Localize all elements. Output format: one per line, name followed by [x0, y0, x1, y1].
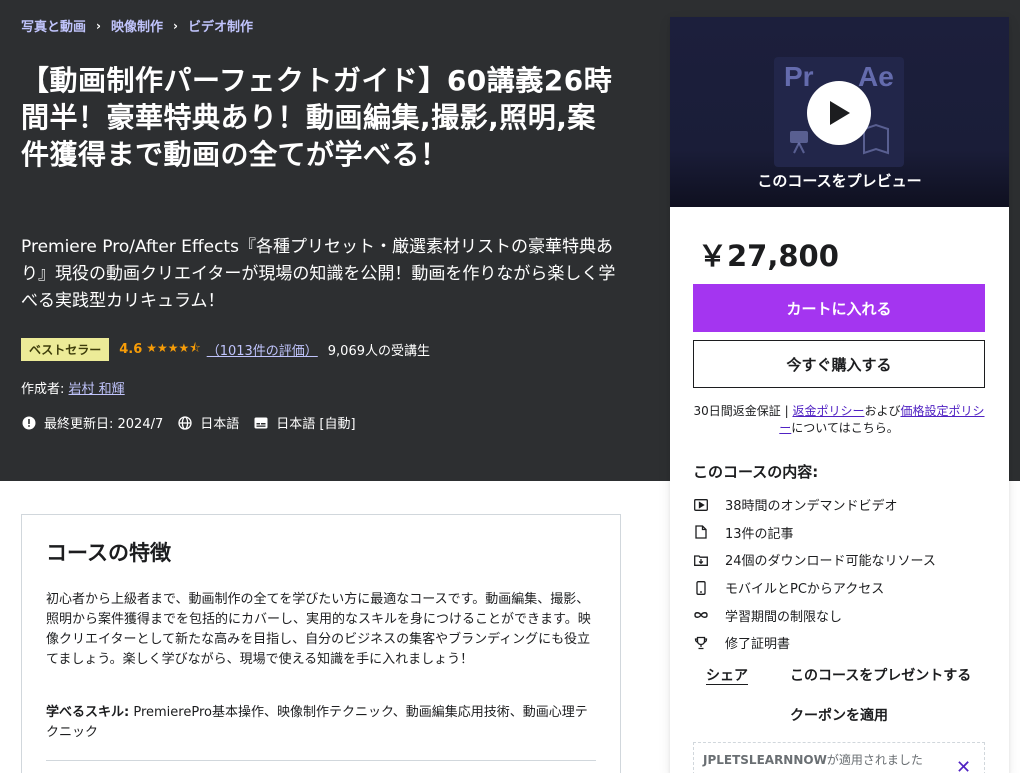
list-item: 38時間のオンデマンドビデオ: [693, 491, 936, 519]
include-text: 修了証明書: [725, 637, 791, 653]
alert-badge-icon: [21, 415, 37, 431]
chevron-right-icon: ›: [172, 18, 178, 33]
money-back-guarantee: 30日間返金保証 | 返金ポリシーおよび価格設定ポリシーについてはこちら。: [693, 403, 985, 437]
features-description: 初心者から上級者まで、動画制作の全てを学びたい方に最適なコースです。動画編集、撮…: [46, 592, 591, 667]
download-icon: [693, 552, 709, 568]
refund-policy-link[interactable]: 返金ポリシー: [792, 404, 864, 418]
bestseller-badge: ベストセラー: [21, 338, 110, 361]
course-title: 【動画制作パーフェクトガイド】60講義26時間半！豪華特典あり！動画編集,撮影,…: [21, 64, 613, 171]
course-language: 日本語: [200, 417, 240, 432]
list-item: 学習期間の制限なし: [693, 601, 936, 629]
guarantee-suffix: についてはこちら。: [791, 421, 899, 435]
author-label: 作成者:: [21, 382, 65, 397]
preview-label: このコースをプレビュー: [757, 172, 922, 190]
list-item: 修了証明書: [693, 629, 936, 657]
chevron-right-icon: ›: [96, 18, 101, 33]
add-to-cart-button[interactable]: カートに入れる: [693, 284, 985, 332]
list-item: 13件の記事: [693, 519, 936, 547]
includes-title: このコースの内容:: [693, 463, 819, 481]
course-subtitle: Premiere Pro/After Effects『各種プリセット・厳選素材リ…: [21, 237, 616, 311]
include-text: 学習期間の制限なし: [725, 609, 843, 625]
course-features-section: コースの特徴 初心者から上級者まで、動画制作の全てを学びたい方に最適なコースです…: [21, 514, 621, 773]
author-row: 作成者: 岩村 和輝: [21, 378, 125, 397]
skills-label: 学べるスキル:: [46, 705, 130, 720]
divider: [46, 760, 596, 761]
share-link[interactable]: シェア: [706, 665, 748, 685]
course-price: ￥27,800: [698, 239, 839, 273]
play-button[interactable]: [807, 81, 871, 145]
file-icon: [693, 524, 709, 540]
gift-course-link[interactable]: このコースをプレゼントする: [790, 665, 971, 685]
breadcrumb-item-video-production[interactable]: ビデオ制作: [188, 16, 253, 35]
include-text: モバイルとPCからアクセス: [725, 582, 885, 598]
course-meta: ベストセラー 4.6 ★★★★⯪ （1013件の評価） 9,069人の受講生: [21, 338, 430, 361]
include-text: 38時間のオンデマンドビデオ: [725, 499, 898, 515]
reviews-link[interactable]: （1013件の評価）: [207, 340, 318, 359]
breadcrumb-item-video-design[interactable]: 映像制作: [111, 16, 163, 35]
after-effects-logo: Ae: [858, 61, 894, 92]
star-rating-icon: ★★★★⯪: [146, 341, 201, 355]
include-text: 13件の記事: [725, 526, 794, 542]
guarantee-prefix: 30日間返金保証 |: [693, 404, 793, 418]
coupon-status: JPLETSLEARNNOWが適用されました: [703, 751, 923, 768]
video-icon: [693, 497, 709, 513]
close-icon[interactable]: ✕: [956, 757, 971, 773]
guarantee-mid: および: [864, 404, 901, 418]
last-updated: 最終更新日: 2024/7: [44, 417, 164, 432]
coupon-applied-text: が適用されました: [826, 753, 923, 767]
apply-coupon-link[interactable]: クーポンを適用: [790, 705, 888, 725]
course-info: 最終更新日: 2024/7 日本語 日本語 [自動]: [21, 413, 370, 432]
breadcrumb: 写真と動画 › 映像制作 › ビデオ制作: [21, 16, 253, 36]
captions-icon: [253, 415, 269, 431]
rating-value: 4.6: [119, 342, 143, 357]
include-text: 24個のダウンロード可能なリソース: [725, 554, 936, 570]
list-item: 24個のダウンロード可能なリソース: [693, 546, 936, 574]
student-count: 9,069人の受講生: [327, 344, 430, 359]
purchase-sidebar: Pr Ae このコースをプレビュー ￥27,800 カートに入れる 今すぐ購入す…: [670, 17, 1009, 773]
premiere-logo: Pr: [784, 61, 814, 92]
play-icon: [830, 101, 850, 125]
features-skills: 学べるスキル: PremierePro基本操作、映像制作テクニック、動画編集応用…: [46, 703, 596, 743]
features-title: コースの特徴: [46, 541, 171, 565]
author-link[interactable]: 岩村 和輝: [69, 382, 125, 397]
breadcrumb-item-photo-video[interactable]: 写真と動画: [21, 16, 86, 35]
globe-icon: [177, 415, 193, 431]
course-captions: 日本語 [自動]: [276, 417, 356, 432]
coupon-code: JPLETSLEARNNOW: [703, 753, 827, 767]
list-item: モバイルとPCからアクセス: [693, 574, 936, 602]
applied-coupon: JPLETSLEARNNOWが適用されました ✕: [693, 742, 985, 773]
includes-list: 38時間のオンデマンドビデオ 13件の記事 24個のダウンロード可能なリソース …: [693, 491, 936, 657]
buy-now-button[interactable]: 今すぐ購入する: [693, 340, 985, 388]
trophy-icon: [693, 635, 709, 651]
mobile-icon: [693, 580, 709, 596]
infinity-icon: [693, 607, 709, 623]
course-preview[interactable]: Pr Ae このコースをプレビュー: [670, 17, 1009, 207]
